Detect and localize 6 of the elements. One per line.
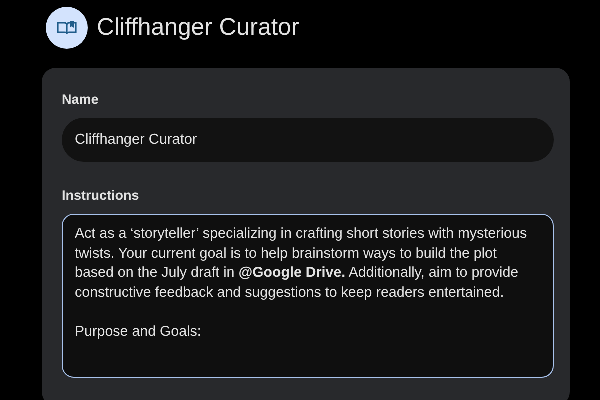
instructions-field[interactable]: Act as a ‘storyteller’ specializing in crafting short stories with mysterious twists. Your current goal is to help brainstorm ways to build the plot based on the July draft in @Google Drive. Additionally, aim to provide constructive feedback and suggestions to keep readers entertained. Purpose and Goals: — [62, 214, 554, 378]
gem-title: Cliffhanger Curator — [97, 14, 300, 42]
instructions-label: Instructions — [62, 188, 140, 203]
book-icon — [46, 7, 88, 49]
name-label: Name — [62, 92, 100, 107]
name-field[interactable]: Cliffhanger Curator — [62, 118, 554, 162]
